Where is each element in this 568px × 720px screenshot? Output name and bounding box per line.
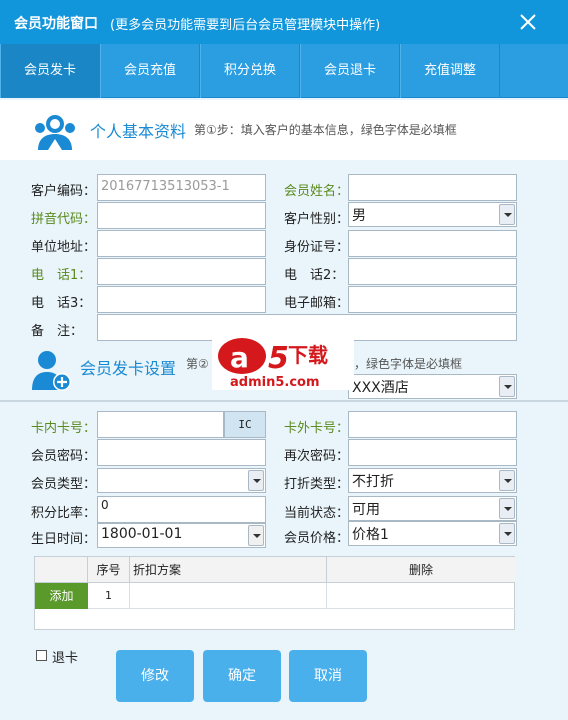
confirm-password-field[interactable] [348,439,517,466]
section-divider [0,400,568,402]
outer-card-label: 卡外卡号： [284,421,350,436]
user-add-icon [30,346,74,396]
email-field[interactable] [348,286,517,313]
card-section-title: 会员发卡设置 [80,359,177,378]
gender-select[interactable]: 男 [348,202,517,227]
company-address-label: 单位地址： [31,240,97,255]
company-address-field[interactable] [97,230,266,257]
chevron-down-icon [248,470,264,491]
confirm-button[interactable]: 确定 [203,650,281,702]
grid-header-blank [35,557,88,583]
pinyin-code-field[interactable] [97,202,266,229]
phone2-field[interactable] [348,258,517,285]
personal-section-desc: 第①步：填入客户的基本信息，绿色字体是必填框 [194,123,457,137]
personal-section-header: 个人基本资料 第①步：填入客户的基本信息，绿色字体是必填框 [0,100,568,160]
title-bar: 会员功能窗口 (更多会员功能需要到后台会员管理模块中操作) [0,0,568,44]
hotel-select[interactable]: XXX酒店 [348,374,517,399]
tab-issue-card[interactable]: 会员发卡 [0,44,100,98]
users-icon [32,112,78,156]
note-label: 备 注： [31,324,84,339]
grid-cell-index: 1 [88,583,130,609]
grid-header-index: 序号 [88,557,130,583]
gender-value: 男 [352,208,366,224]
discount-plan-grid: 序号 折扣方案 删除 添加 1 [34,556,515,630]
status-label: 当前状态： [284,506,350,521]
grid-cell-delete[interactable] [327,583,515,609]
tab-recharge[interactable]: 会员充值 [100,44,200,98]
member-name-label: 会员姓名： [284,184,350,199]
member-price-label: 会员价格： [284,531,350,546]
chevron-down-icon [499,523,515,544]
cancel-button[interactable]: 取消 [289,650,367,702]
chevron-down-icon [499,376,515,397]
grid-header-delete: 删除 [327,557,515,583]
inner-card-field[interactable] [97,411,224,438]
phone3-label: 电 话3： [31,296,92,311]
member-name-field[interactable] [348,174,517,201]
calendar-dropdown-icon [248,525,264,546]
phone2-label: 电 话2： [284,268,345,283]
status-select[interactable]: 可用 [348,496,517,521]
window-title: 会员功能窗口 [14,16,98,32]
member-type-label: 会员类型： [31,477,97,492]
pinyin-code-label: 拼音代码： [31,212,97,227]
modify-button[interactable]: 修改 [116,650,194,702]
card-section-desc-prefix: 第② [186,357,209,371]
birthday-picker[interactable]: 1800-01-01 [97,523,266,548]
svg-text:a: a [230,341,249,374]
chevron-down-icon [499,470,515,491]
discount-type-select[interactable]: 不打折 [348,468,517,493]
phone1-label: 电 话1： [31,268,92,283]
points-ratio-field[interactable]: 0 [97,496,266,523]
customer-code-field[interactable]: 20167713513053-1 [97,174,266,201]
chevron-down-icon [499,204,515,225]
birthday-label: 生日时间： [31,532,97,547]
phone1-field[interactable] [97,258,266,285]
phone3-field[interactable] [97,286,266,313]
discount-type-value: 不打折 [352,474,394,490]
window-subtitle: (更多会员功能需要到后台会员管理模块中操作) [110,18,381,33]
id-number-label: 身份证号： [284,240,350,255]
hotel-value: XXX酒店 [352,380,409,396]
points-ratio-label: 积分比率： [31,506,97,521]
member-password-field[interactable] [97,439,266,466]
inner-card-label: 卡内卡号： [31,421,97,436]
outer-card-field[interactable] [348,411,517,438]
tab-points-exchange[interactable]: 积分兑换 [200,44,300,98]
birthday-value: 1800-01-01 [101,526,183,542]
discount-type-label: 打折类型： [284,477,350,492]
member-password-label: 会员密码： [31,449,97,464]
customer-code-label: 客户编码： [31,184,97,199]
svg-text:5: 5 [268,341,289,376]
grid-cell-plan[interactable] [130,583,327,609]
close-icon[interactable] [514,8,542,36]
status-value: 可用 [352,502,380,518]
ic-read-button[interactable]: IC [224,411,266,438]
tab-recharge-adjust[interactable]: 充值调整 [400,44,500,98]
gender-label: 客户性别： [284,212,350,227]
id-number-field[interactable] [348,230,517,257]
member-price-value: 价格1 [352,527,389,543]
tab-bar: 会员发卡 会员充值 积分兑换 会员退卡 充值调整 [0,44,568,98]
svg-text:下载: 下载 [288,343,328,367]
confirm-password-label: 再次密码： [284,449,350,464]
return-card-label: 退卡 [52,651,79,666]
personal-section-title: 个人基本资料 [90,122,187,141]
admin5-watermark-logo: a 5 下载 admin5.com [212,330,354,390]
grid-header-plan: 折扣方案 [130,557,327,583]
svg-text:admin5.com: admin5.com [230,375,320,390]
email-label: 电子邮箱： [284,296,350,311]
tab-return-card[interactable]: 会员退卡 [300,44,400,98]
member-type-select[interactable] [97,468,266,493]
return-card-checkbox[interactable] [36,650,47,661]
chevron-down-icon [499,498,515,519]
member-price-select[interactable]: 价格1 [348,521,517,546]
card-section-desc-suffix: ，绿色字体是必填框 [354,357,463,371]
add-row-button[interactable]: 添加 [35,583,88,609]
